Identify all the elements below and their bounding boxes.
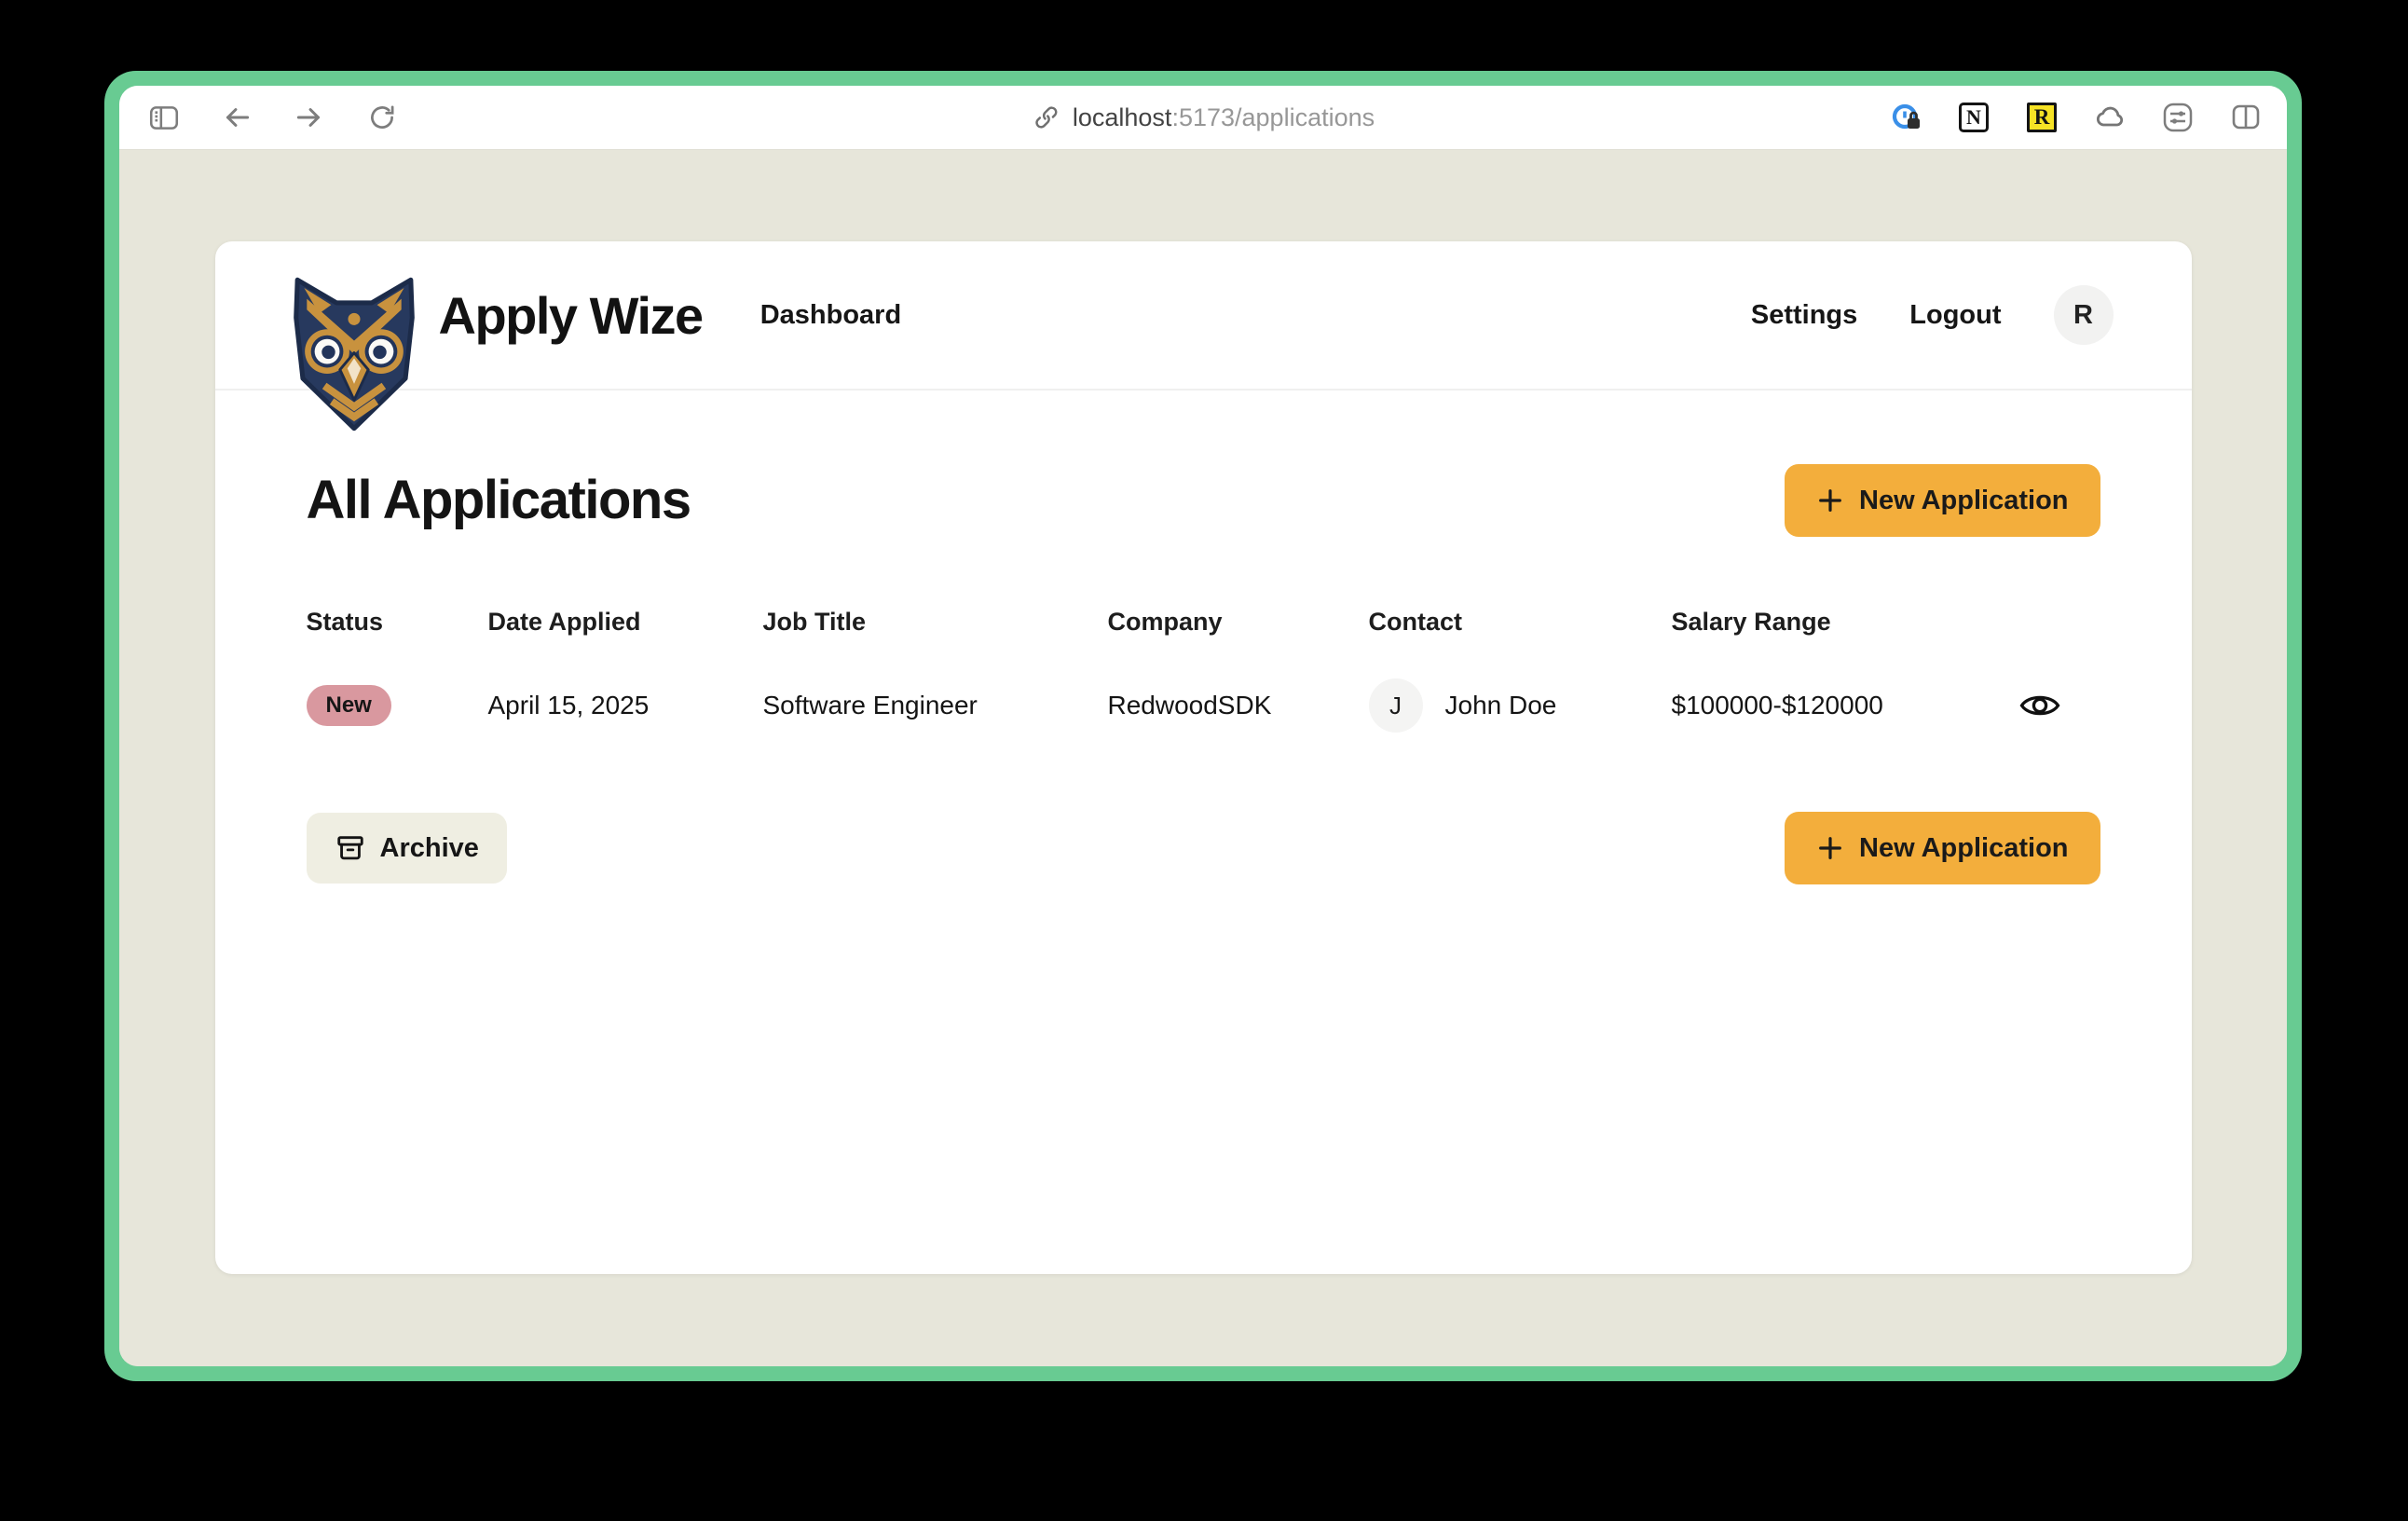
forward-icon[interactable] (293, 101, 326, 134)
col-job-title: Job Title (763, 608, 1108, 637)
cell-date-applied: April 15, 2025 (488, 691, 763, 720)
page-title: All Applications (307, 463, 691, 538)
settings-link[interactable]: Settings (1751, 300, 1857, 331)
cell-company: RedwoodSDK (1108, 691, 1369, 720)
col-salary-range: Salary Range (1672, 608, 1979, 637)
cell-contact: J John Doe (1369, 678, 1672, 733)
col-status: Status (307, 608, 488, 637)
page-background: Apply Wize Dashboard Settings Logout R A… (119, 150, 2287, 1366)
status-badge: New (307, 685, 391, 726)
plus-icon (1816, 834, 1844, 862)
plus-icon (1816, 486, 1844, 514)
back-icon[interactable] (220, 101, 253, 134)
brand-title[interactable]: Apply Wize (439, 285, 703, 346)
new-application-button-bottom[interactable]: New Application (1785, 812, 2100, 884)
eye-icon (2018, 691, 2061, 720)
new-application-button-top[interactable]: New Application (1785, 464, 2100, 537)
nav-dashboard[interactable]: Dashboard (760, 300, 901, 331)
cloud-icon[interactable] (2093, 101, 2127, 134)
logout-link[interactable]: Logout (1909, 300, 2001, 331)
password-manager-icon[interactable] (1889, 101, 1922, 134)
app-card: Apply Wize Dashboard Settings Logout R A… (215, 241, 2192, 1274)
user-avatar[interactable]: R (2054, 285, 2114, 345)
cell-salary-range: $100000-$120000 (1672, 691, 1979, 720)
address-bar[interactable]: localhost:5173/applications (1032, 103, 1375, 132)
table-row: New April 15, 2025 Software Engineer Red… (307, 676, 2100, 735)
split-view-icon[interactable] (2229, 101, 2263, 134)
col-date-applied: Date Applied (488, 608, 763, 637)
contact-avatar: J (1369, 678, 1423, 733)
reload-icon[interactable] (365, 101, 399, 134)
main-content: All Applications New Application Status … (215, 463, 2192, 884)
url-host: localhost (1073, 103, 1172, 131)
owl-logo[interactable] (284, 276, 424, 432)
notion-icon[interactable]: N (1957, 101, 1991, 134)
link-icon (1032, 103, 1061, 132)
r-extension-icon[interactable]: R (2025, 101, 2059, 134)
url-path: :5173/applications (1171, 103, 1375, 131)
view-application-button[interactable] (2018, 691, 2061, 720)
col-company: Company (1108, 608, 1369, 637)
sidebar-toggle-icon[interactable] (147, 101, 181, 134)
cell-job-title: Software Engineer (763, 691, 1108, 720)
archive-icon (335, 832, 366, 864)
browser-toolbar: localhost:5173/applications N R (119, 86, 2287, 150)
extension-sliders-icon[interactable] (2161, 101, 2195, 134)
browser-window: localhost:5173/applications N R (104, 71, 2302, 1381)
archive-button[interactable]: Archive (307, 813, 507, 884)
contact-name: John Doe (1445, 691, 1557, 720)
app-header: Apply Wize Dashboard Settings Logout R (215, 241, 2192, 391)
col-contact: Contact (1369, 608, 1672, 637)
table-header: Status Date Applied Job Title Company Co… (307, 603, 2100, 640)
